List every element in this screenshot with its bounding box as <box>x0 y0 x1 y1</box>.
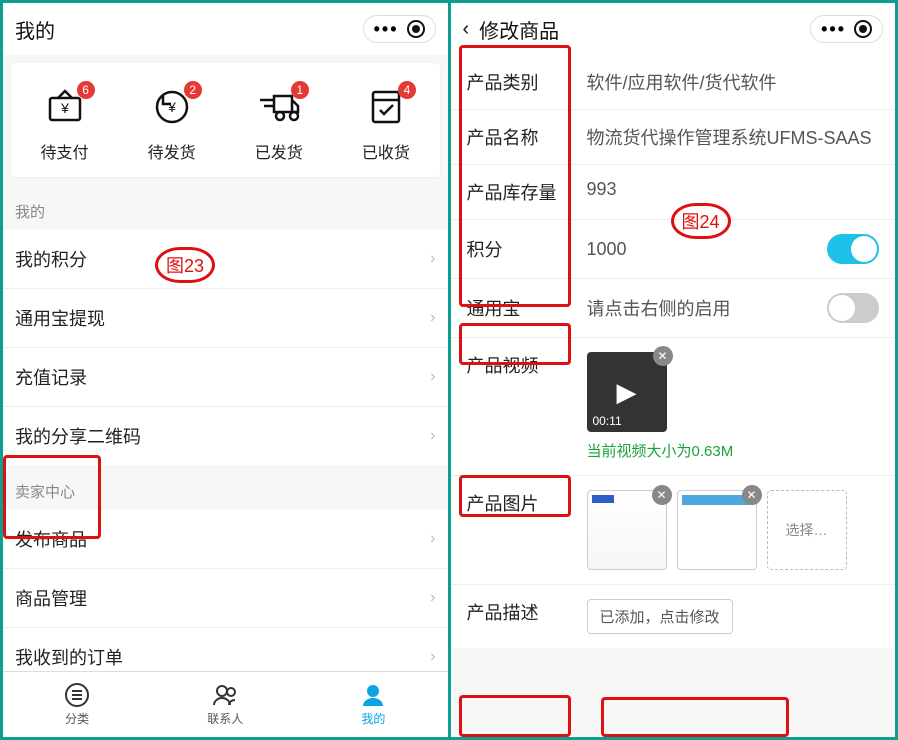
product-image-1[interactable]: ✕ <box>587 490 667 570</box>
row-tyb-withdraw[interactable]: 通用宝提现 › <box>3 289 448 348</box>
points-toggle[interactable] <box>827 234 879 264</box>
more-icon[interactable]: ••• <box>374 24 399 34</box>
value: 993 <box>587 179 880 200</box>
label: 产品图片 <box>467 490 577 516</box>
page-title: 我的 <box>15 15 55 44</box>
label: 发布商品 <box>15 526 87 552</box>
badge: 4 <box>398 81 416 99</box>
screenshot-right: ‹ 修改商品 ••• 产品类别 软件/应用软件/货代软件 产品名称 物流货代操作… <box>451 3 896 737</box>
row-video: 产品视频 ✕ ▶ 00:11 当前视频大小为0.63M <box>451 338 896 476</box>
people-icon <box>211 682 239 708</box>
row-share-qr[interactable]: 我的分享二维码 › <box>3 407 448 465</box>
close-app-icon[interactable] <box>854 20 872 38</box>
row-category[interactable]: 产品类别 软件/应用软件/货代软件 <box>451 55 896 110</box>
row-tyb[interactable]: 通用宝 请点击右侧的启用 <box>451 279 896 338</box>
video-thumbnail[interactable]: ✕ ▶ 00:11 <box>587 352 667 432</box>
remove-image-icon[interactable]: ✕ <box>652 485 672 505</box>
svg-text:¥: ¥ <box>60 100 69 116</box>
page-title: 修改商品 <box>479 15 559 44</box>
label: 分类 <box>65 710 89 727</box>
tab-mine[interactable]: 我的 <box>299 672 447 737</box>
label: 待发货 <box>118 139 225 163</box>
chevron-right-icon: › <box>430 530 435 548</box>
row-images: 产品图片 ✕ ✕ 选择… <box>451 476 896 585</box>
label: 产品类别 <box>467 69 577 95</box>
edit-description-button[interactable]: 已添加，点击修改 <box>587 599 733 634</box>
annotation-box-4 <box>459 695 571 737</box>
chevron-right-icon: › <box>430 589 435 607</box>
label: 联系人 <box>207 710 243 727</box>
row-recharge[interactable]: 充值记录 › <box>3 348 448 407</box>
order-pending-payment[interactable]: 6 ¥ 待支付 <box>11 83 118 163</box>
label: 通用宝提现 <box>15 305 105 331</box>
label: 已发货 <box>225 139 332 163</box>
truck-icon <box>225 83 332 131</box>
add-image-button[interactable]: 选择… <box>767 490 847 570</box>
value: 1000 <box>587 239 818 260</box>
order-pending-ship[interactable]: 2 ¥ 待发货 <box>118 83 225 163</box>
chevron-right-icon: › <box>430 250 435 268</box>
header: ‹ 修改商品 ••• <box>451 3 896 55</box>
label: 商品管理 <box>15 585 87 611</box>
order-shipped[interactable]: 1 已发货 <box>225 83 332 163</box>
header: 我的 ••• <box>3 3 448 55</box>
chevron-right-icon: › <box>430 648 435 666</box>
row-description: 产品描述 已添加，点击修改 <box>451 585 896 648</box>
order-received[interactable]: 4 已收货 <box>332 83 439 163</box>
chevron-right-icon: › <box>430 309 435 327</box>
value: 物流货代操作管理系统UFMS-SAAS <box>587 124 880 150</box>
miniprogram-capsule[interactable]: ••• <box>363 15 436 43</box>
value: 软件/应用软件/货代软件 <box>587 69 880 95</box>
label: 充值记录 <box>15 364 87 390</box>
remove-image-icon[interactable]: ✕ <box>742 485 762 505</box>
row-stock[interactable]: 产品库存量 993 <box>451 165 896 220</box>
label: 待支付 <box>11 139 118 163</box>
label: 积分 <box>467 236 577 262</box>
hint: 请点击右侧的启用 <box>587 295 818 321</box>
row-publish-product[interactable]: 发布商品 › <box>3 510 448 569</box>
tab-contacts[interactable]: 联系人 <box>151 672 299 737</box>
list-icon <box>64 682 90 708</box>
chevron-right-icon: › <box>430 368 435 386</box>
row-points[interactable]: 积分 1000 <box>451 220 896 279</box>
refund-icon: ¥ <box>118 83 225 131</box>
label: 产品库存量 <box>467 179 577 205</box>
section-my: 我的 <box>3 185 448 230</box>
close-app-icon[interactable] <box>407 20 425 38</box>
label: 通用宝 <box>467 295 577 321</box>
more-icon[interactable]: ••• <box>821 24 846 34</box>
label: 产品视频 <box>467 352 577 378</box>
section-seller: 卖家中心 <box>3 465 448 510</box>
label: 产品描述 <box>467 599 577 625</box>
label: 产品名称 <box>467 124 577 150</box>
order-status-grid: 6 ¥ 待支付 2 ¥ 待发货 1 已发货 4 已收货 <box>11 63 440 177</box>
video-size-note: 当前视频大小为0.63M <box>587 440 880 461</box>
label: 我收到的订单 <box>15 644 123 670</box>
product-image-2[interactable]: ✕ <box>677 490 757 570</box>
badge: 6 <box>77 81 95 99</box>
label: 我的积分 <box>15 246 87 272</box>
tyb-toggle[interactable] <box>827 293 879 323</box>
screenshot-left: 我的 ••• 6 ¥ 待支付 2 ¥ 待发货 1 已发货 <box>3 3 451 737</box>
chevron-right-icon: › <box>430 427 435 445</box>
tab-bar: 分类 联系人 我的 <box>3 671 448 737</box>
back-icon[interactable]: ‹ <box>463 18 470 41</box>
label: 我的 <box>361 710 385 727</box>
wallet-icon: ¥ <box>11 83 118 131</box>
label: 已收货 <box>332 139 439 163</box>
tab-category[interactable]: 分类 <box>3 672 151 737</box>
row-name[interactable]: 产品名称 物流货代操作管理系统UFMS-SAAS <box>451 110 896 165</box>
svg-text:¥: ¥ <box>167 99 176 115</box>
person-icon <box>360 682 386 708</box>
badge: 1 <box>291 81 309 99</box>
row-product-manage[interactable]: 商品管理 › <box>3 569 448 628</box>
video-duration: 00:11 <box>593 414 622 428</box>
label: 我的分享二维码 <box>15 423 141 449</box>
badge: 2 <box>184 81 202 99</box>
row-my-points[interactable]: 我的积分 › <box>3 230 448 289</box>
annotation-box-5 <box>601 697 789 737</box>
miniprogram-capsule[interactable]: ••• <box>810 15 883 43</box>
checklist-icon <box>332 83 439 131</box>
